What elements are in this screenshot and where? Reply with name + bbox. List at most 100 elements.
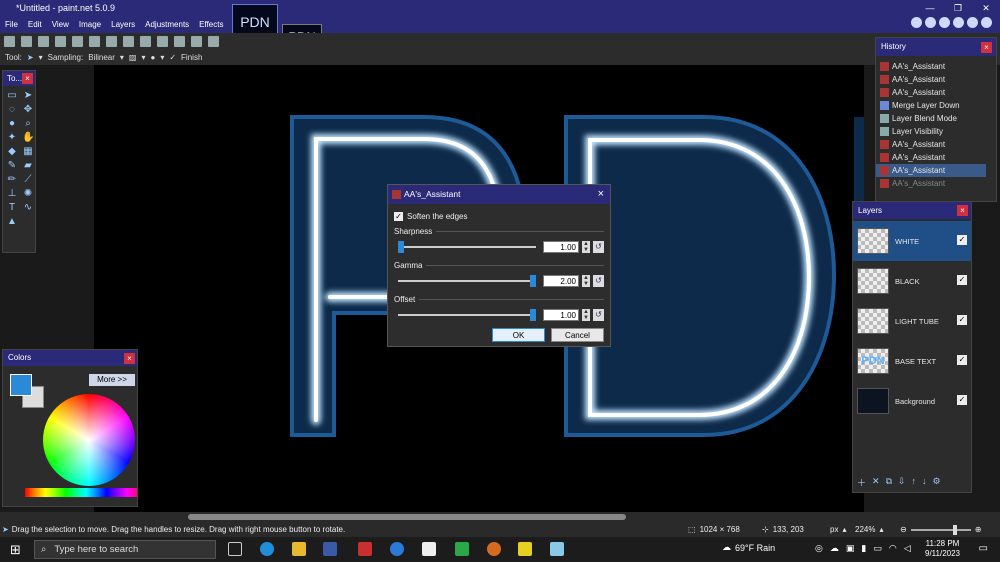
- app-icon-red[interactable]: [358, 542, 372, 556]
- eraser-icon[interactable]: ▰: [22, 160, 34, 172]
- gamma-reset-icon[interactable]: ↺: [593, 275, 604, 287]
- text-icon[interactable]: T: [6, 202, 18, 214]
- layer-properties-icon[interactable]: ⚙: [933, 476, 941, 489]
- lock-icon[interactable]: ▣: [846, 543, 855, 554]
- app-icon-m[interactable]: [422, 542, 436, 556]
- file-explorer-icon[interactable]: [292, 542, 306, 556]
- sharpness-reset-icon[interactable]: ↺: [593, 241, 604, 253]
- undo-icon[interactable]: [157, 35, 168, 47]
- color-palette[interactable]: [25, 488, 137, 497]
- paint-bucket-icon[interactable]: ◆: [6, 146, 18, 158]
- crop-icon[interactable]: [123, 35, 134, 47]
- more-colors-button[interactable]: More >>: [89, 374, 135, 386]
- cancel-button[interactable]: Cancel: [551, 328, 604, 342]
- paste-icon[interactable]: [106, 35, 117, 47]
- offset-slider-thumb[interactable]: [530, 309, 536, 321]
- menu-layers[interactable]: Layers: [106, 16, 140, 33]
- offset-slider[interactable]: [398, 309, 536, 321]
- volume-icon[interactable]: ◁: [904, 543, 911, 554]
- gamma-spinner[interactable]: ▲ ▼: [582, 275, 590, 287]
- layer-visibility-checkbox[interactable]: ✓: [957, 235, 967, 245]
- delete-layer-icon[interactable]: ✕: [872, 476, 880, 489]
- chevron-down-icon[interactable]: ▾: [141, 53, 145, 62]
- clone-stamp-icon[interactable]: ⊥: [6, 188, 18, 200]
- offset-spinner[interactable]: ▲ ▼: [582, 309, 590, 321]
- layer-visibility-checkbox[interactable]: ✓: [957, 395, 967, 405]
- gamma-slider-thumb[interactable]: [530, 275, 536, 287]
- history-item[interactable]: AA's_Assistant: [876, 86, 986, 99]
- move-up-icon[interactable]: ↑: [912, 476, 917, 489]
- app-icon-shield[interactable]: [390, 542, 404, 556]
- move-down-icon[interactable]: ↓: [922, 476, 927, 489]
- finish-button[interactable]: Finish: [181, 53, 202, 62]
- wifi-icon[interactable]: ◠: [889, 543, 897, 554]
- zoom-readout[interactable]: 224% ▴: [855, 525, 883, 534]
- chevron-down-icon[interactable]: ▾: [39, 53, 43, 62]
- maximize-icon[interactable]: ❐: [944, 0, 972, 16]
- paintnet-taskbar-icon[interactable]: [323, 542, 337, 556]
- taskbar-clock[interactable]: 11:28 PM 9/11/2023: [925, 539, 960, 559]
- layer-row-base-text[interactable]: PDN BASE TEXT ✓: [853, 341, 971, 381]
- sharpness-slider[interactable]: [398, 241, 536, 253]
- app-icon-green[interactable]: [455, 542, 469, 556]
- chevron-down-icon[interactable]: ▾: [160, 53, 164, 62]
- blend-icon[interactable]: ●: [150, 53, 155, 62]
- magic-wand-icon[interactable]: ✦: [6, 132, 18, 144]
- menu-edit[interactable]: Edit: [23, 16, 47, 33]
- history-item[interactable]: AA's_Assistant: [876, 73, 986, 86]
- layer-row-white[interactable]: WHITE ✓: [853, 221, 971, 261]
- menu-effects[interactable]: Effects: [194, 16, 228, 33]
- gamma-slider[interactable]: [398, 275, 536, 287]
- history-item[interactable]: Layer Visibility: [876, 125, 986, 138]
- ellipse-select-icon[interactable]: ●: [6, 118, 18, 130]
- pan-icon[interactable]: ✋: [22, 132, 34, 144]
- history-close-icon[interactable]: ×: [981, 42, 992, 53]
- redo-icon[interactable]: [174, 35, 185, 47]
- new-icon[interactable]: [4, 35, 15, 47]
- layer-row-light-tube[interactable]: LIGHT TUBE ✓: [853, 301, 971, 341]
- settings-icon[interactable]: [967, 17, 978, 28]
- cut-icon[interactable]: [72, 35, 83, 47]
- edge-icon[interactable]: [260, 542, 274, 556]
- antialias-icon[interactable]: ▨: [129, 53, 137, 62]
- layer-visibility-checkbox[interactable]: ✓: [957, 315, 967, 325]
- tools-close-icon[interactable]: ×: [22, 73, 33, 84]
- lasso-icon[interactable]: ◌: [6, 104, 18, 116]
- paintbrush-icon[interactable]: ✎: [6, 160, 18, 172]
- weather-widget[interactable]: ☁ 69°F Rain: [722, 542, 775, 553]
- layer-row-black[interactable]: BLACK ✓: [853, 261, 971, 301]
- unit-selector[interactable]: px ▴: [830, 525, 846, 534]
- display-icon[interactable]: ▭: [873, 543, 882, 554]
- gamma-input[interactable]: 2.00: [543, 275, 579, 287]
- sharpness-spinner[interactable]: ▲ ▼: [582, 241, 590, 253]
- history-item[interactable]: AA's_Assistant: [876, 151, 986, 164]
- sharpness-slider-thumb[interactable]: [398, 241, 404, 253]
- clock-icon[interactable]: [925, 17, 936, 28]
- gradient-icon[interactable]: ▦: [22, 146, 34, 158]
- help-icon[interactable]: [981, 17, 992, 28]
- history-item[interactable]: Layer Blend Mode: [876, 112, 986, 125]
- offset-reset-icon[interactable]: ↺: [593, 309, 604, 321]
- move-selection-icon[interactable]: ➤: [27, 53, 34, 62]
- recolor-icon[interactable]: ✺: [22, 188, 34, 200]
- tray-icon[interactable]: ◎: [815, 543, 823, 554]
- move-selection-icon[interactable]: ➤: [22, 90, 34, 102]
- layers-close-icon[interactable]: ×: [957, 205, 968, 216]
- offset-input[interactable]: 1.00: [543, 309, 579, 321]
- zoom-slider-thumb[interactable]: [952, 524, 957, 535]
- soften-edges-checkbox[interactable]: ✓: [394, 211, 403, 221]
- tools-icon[interactable]: [911, 17, 922, 28]
- zoom-icon[interactable]: ⌕: [22, 118, 34, 130]
- menu-adjustments[interactable]: Adjustments: [140, 16, 194, 33]
- menu-image[interactable]: Image: [74, 16, 106, 33]
- colors-close-icon[interactable]: ×: [124, 353, 135, 364]
- zoom-in-icon[interactable]: ⊕: [975, 525, 982, 534]
- zoom-slider[interactable]: [910, 524, 971, 535]
- shapes-icon[interactable]: ▲: [6, 216, 18, 228]
- app-icon-orange[interactable]: [487, 542, 501, 556]
- minimize-icon[interactable]: —: [916, 0, 944, 16]
- layer-visibility-checkbox[interactable]: ✓: [957, 355, 967, 365]
- color-picker-icon[interactable]: ⟋: [22, 174, 34, 186]
- task-view-icon[interactable]: [228, 542, 242, 556]
- close-icon[interactable]: ✕: [972, 0, 1000, 16]
